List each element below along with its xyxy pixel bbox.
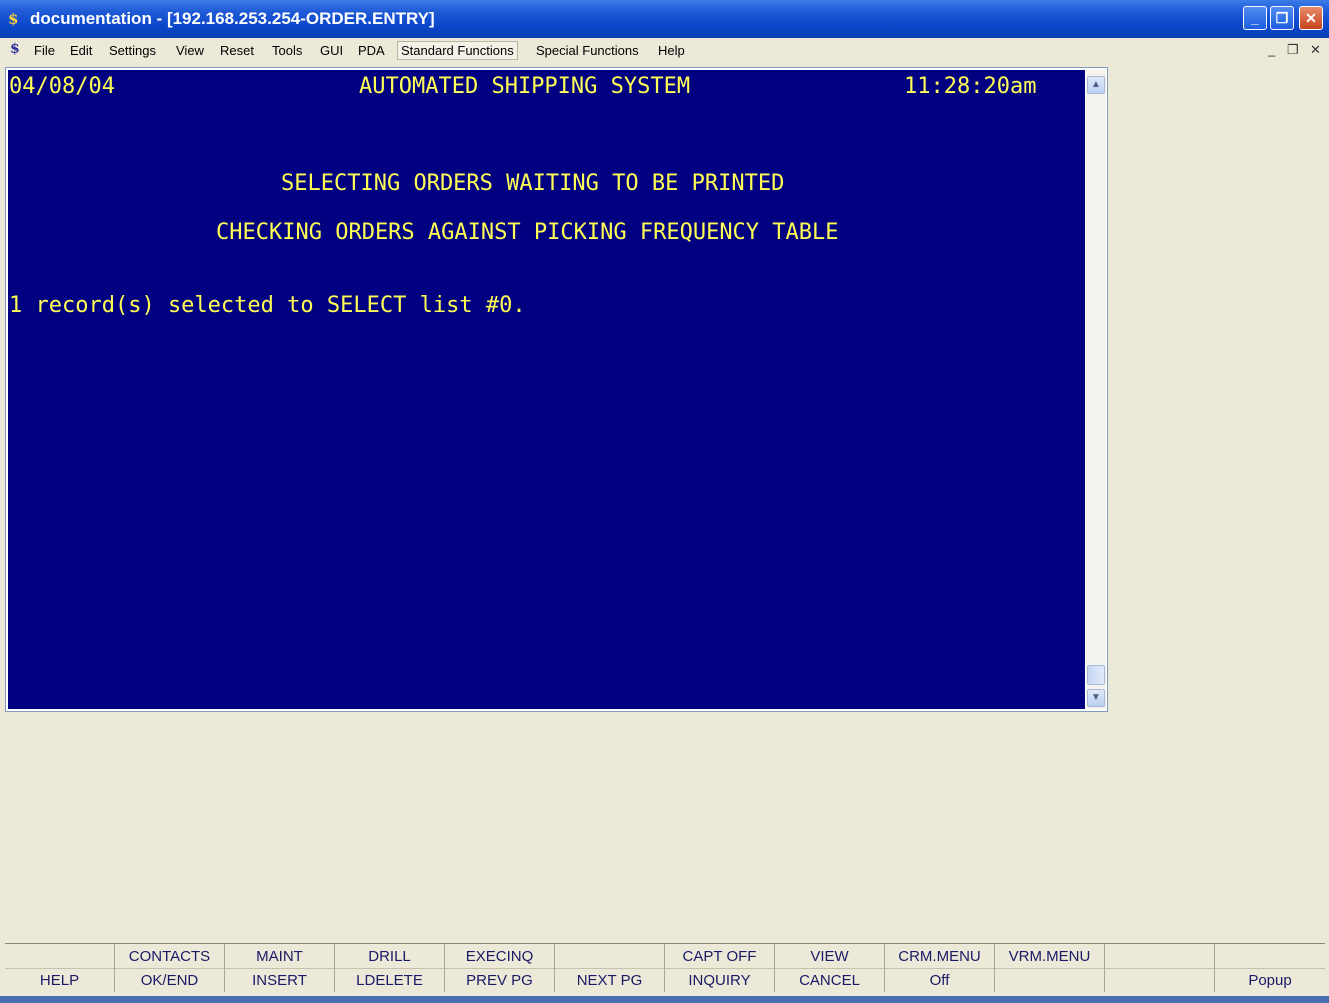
fkey-8-top-label: VIEW (810, 948, 849, 965)
scroll-down-icon[interactable]: ▼ (1087, 689, 1105, 707)
menu-file[interactable]: File (34, 43, 55, 58)
screen-header: AUTOMATED SHIPPING SYSTEM (359, 74, 691, 99)
menu-pda[interactable]: PDA (358, 43, 385, 58)
app-icon[interactable]: $ (8, 10, 24, 28)
menu-bar: $ File Edit Settings View Reset Tools GU… (0, 38, 1329, 64)
fkey-9[interactable]: CRM.MENU Off (885, 944, 995, 992)
menu-edit[interactable]: Edit (70, 43, 92, 58)
fkey-9-bottom-label: Off (929, 972, 950, 989)
function-key-bar: HELP CONTACTS OK/END MAINT INSERT DRILL … (5, 943, 1325, 992)
menu-special-functions[interactable]: Special Functions (536, 43, 639, 58)
menu-settings[interactable]: Settings (109, 43, 156, 58)
fkey-3-bottom-label: INSERT (252, 972, 307, 989)
fkey-7[interactable]: CAPT OFF INQUIRY (665, 944, 775, 992)
fkey-5-top-label: EXECINQ (465, 948, 534, 965)
window-title: documentation - [192.168.253.254-ORDER.E… (30, 9, 435, 28)
screen-time: 11:28:20am (904, 74, 1037, 99)
restore-button[interactable]: ❐ (1270, 6, 1294, 30)
fkey-6[interactable]: NEXT PG (555, 944, 665, 992)
mdi-minimize-button[interactable]: _ (1268, 42, 1275, 57)
fkey-4[interactable]: DRILL LDELETE (335, 944, 445, 992)
status-line-selecting: SELECTING ORDERS WAITING TO BE PRINTED (281, 171, 785, 196)
mdi-restore-button[interactable]: ❐ (1287, 42, 1299, 58)
mdi-close-button[interactable]: ✕ (1310, 42, 1321, 58)
fkey-4-bottom-label: LDELETE (356, 972, 423, 989)
fkey-12-bottom-label: Popup (1248, 972, 1292, 989)
menu-tools[interactable]: Tools (272, 43, 302, 58)
menu-reset[interactable]: Reset (220, 43, 254, 58)
fkey-4-top-label: DRILL (368, 948, 411, 965)
minimize-button[interactable]: _ (1243, 6, 1267, 30)
record-selected-message: 1 record(s) selected to SELECT list #0. (9, 293, 526, 318)
fkey-8[interactable]: VIEW CANCEL (775, 944, 885, 992)
fkey-10-top-label: VRM.MENU (1008, 948, 1091, 965)
fkey-1-bottom-label: HELP (39, 972, 80, 989)
window-bottom-border (0, 996, 1329, 1003)
fkey-2-top-label: CONTACTS (128, 948, 211, 965)
close-button[interactable]: ✕ (1299, 6, 1323, 30)
status-line-checking: CHECKING ORDERS AGAINST PICKING FREQUENC… (216, 220, 839, 245)
fkey-1[interactable]: HELP (5, 944, 115, 992)
fkey-3[interactable]: MAINT INSERT (225, 944, 335, 992)
menu-standard-functions[interactable]: Standard Functions (397, 41, 518, 60)
fkey-7-top-label: CAPT OFF (682, 948, 757, 965)
title-bar: $ documentation - [192.168.253.254-ORDER… (0, 0, 1329, 38)
fkey-11[interactable] (1105, 944, 1215, 992)
document-icon[interactable]: $ (10, 41, 26, 59)
fkey-2-bottom-label: OK/END (140, 972, 199, 989)
scroll-up-icon[interactable]: ▲ (1087, 76, 1105, 94)
menu-view[interactable]: View (176, 43, 204, 58)
fkey-6-bottom-label: NEXT PG (576, 972, 643, 989)
fkey-3-top-label: MAINT (256, 948, 303, 965)
fkey-10[interactable]: VRM.MENU (995, 944, 1105, 992)
scroll-thumb[interactable] (1087, 665, 1105, 685)
fkey-5[interactable]: EXECINQ PREV PG (445, 944, 555, 992)
terminal-frame: 04/08/04 AUTOMATED SHIPPING SYSTEM 11:28… (5, 67, 1108, 712)
screen-date: 04/08/04 (9, 74, 115, 99)
fkey-8-bottom-label: CANCEL (799, 972, 860, 989)
fkey-2[interactable]: CONTACTS OK/END (115, 944, 225, 992)
fkey-12[interactable]: Popup (1215, 944, 1325, 992)
menu-gui[interactable]: GUI (320, 43, 343, 58)
fkey-9-top-label: CRM.MENU (898, 948, 981, 965)
vertical-scrollbar[interactable]: ▲ ▼ (1086, 70, 1106, 709)
fkey-5-bottom-label: PREV PG (466, 972, 533, 989)
terminal-screen[interactable]: 04/08/04 AUTOMATED SHIPPING SYSTEM 11:28… (8, 70, 1085, 709)
fkey-7-bottom-label: INQUIRY (688, 972, 751, 989)
menu-help[interactable]: Help (658, 43, 685, 58)
